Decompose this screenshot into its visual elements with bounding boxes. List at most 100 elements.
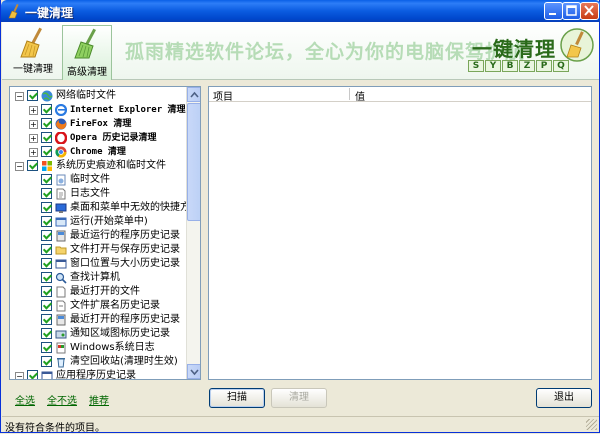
logo-letters: S Y B Z P Q xyxy=(468,60,569,72)
select-all-link[interactable]: 全选 xyxy=(15,392,35,407)
system-log-icon xyxy=(56,342,66,354)
collapse-icon[interactable]: − xyxy=(15,162,24,171)
tab-label: 高级清理 xyxy=(67,67,107,78)
tree-item-label: 窗口位置与大小历史记录 xyxy=(70,258,180,269)
checkbox[interactable] xyxy=(27,90,38,101)
expand-icon[interactable]: + xyxy=(29,120,38,129)
select-none-link[interactable]: 全不选 xyxy=(47,392,77,407)
globe-icon xyxy=(41,90,53,102)
windows-icon xyxy=(42,161,52,171)
tree-item-label: 桌面和菜单中无效的快捷方式 xyxy=(70,202,200,213)
program-history-icon xyxy=(56,314,66,326)
title-bar[interactable]: 一键清理 xyxy=(1,0,600,22)
logo-letter: P xyxy=(536,60,552,72)
checkbox[interactable] xyxy=(27,160,38,171)
tree-scrollbar[interactable] xyxy=(186,87,200,379)
tab-label: 一键清理 xyxy=(13,64,53,75)
tree-item-label: 最近打开的文件 xyxy=(70,286,140,297)
tree-item-label: Opera 历史记录清理 xyxy=(70,133,157,143)
main-window: 一键清理 一键清理 高级清理 孤雨精选软件论坛，全心为你的电脑保驾护航 一键清理… xyxy=(0,0,600,434)
checkbox[interactable] xyxy=(41,244,52,255)
status-bar: 没有符合条件的项目。 xyxy=(2,416,599,434)
column-divider[interactable] xyxy=(349,88,350,100)
chevron-down-icon xyxy=(190,369,199,376)
run-icon xyxy=(55,217,67,227)
tree-item-label: FireFox 清理 xyxy=(70,119,132,129)
checkbox[interactable] xyxy=(41,216,52,227)
recent-file-icon xyxy=(56,286,66,298)
program-history-icon xyxy=(56,230,66,242)
column-header-item[interactable]: 项目 xyxy=(213,88,233,103)
internet-explorer-icon xyxy=(55,104,67,116)
tab-advanced-clean[interactable]: 高级清理 xyxy=(62,25,112,80)
clean-button[interactable]: 清理 xyxy=(271,388,327,408)
tree-item-label: 通知区域图标历史记录 xyxy=(70,328,170,339)
tab-one-click-clean[interactable]: 一键清理 xyxy=(8,25,58,77)
checkbox[interactable] xyxy=(41,286,52,297)
search-computer-icon xyxy=(55,272,67,284)
broom-logo-icon xyxy=(560,28,594,62)
expand-icon[interactable]: + xyxy=(29,148,38,157)
checkbox[interactable] xyxy=(41,118,52,129)
minimize-icon xyxy=(549,13,556,15)
close-button[interactable] xyxy=(580,2,599,20)
checkbox[interactable] xyxy=(41,132,52,143)
exit-button[interactable]: 退出 xyxy=(536,388,592,408)
tray-icon xyxy=(55,330,67,339)
tree-item-label: Internet Explorer 清理 xyxy=(70,105,186,115)
tree-item-label: Windows系统日志 xyxy=(70,342,155,353)
firefox-icon xyxy=(55,118,67,130)
tree-item-label: 运行(开始菜单中) xyxy=(70,216,148,227)
resize-grip[interactable] xyxy=(586,419,597,430)
minimize-button[interactable] xyxy=(544,2,563,20)
checkbox[interactable] xyxy=(41,314,52,325)
tree-item-label: 最近运行的程序历史记录 xyxy=(70,230,180,241)
recommend-link[interactable]: 推荐 xyxy=(89,392,109,407)
collapse-icon[interactable]: − xyxy=(15,372,24,379)
checkbox[interactable] xyxy=(41,104,52,115)
window-icon xyxy=(55,259,67,269)
checkbox[interactable] xyxy=(41,272,52,283)
tree-item-label: 网络临时文件 xyxy=(56,90,116,101)
checkbox[interactable] xyxy=(41,356,52,367)
tree-content: − 网络临时文件 + Internet Explorer 清理 + FireFo… xyxy=(10,87,200,379)
expand-icon[interactable]: + xyxy=(29,106,38,115)
broom-icon xyxy=(8,3,19,19)
clean-options-tree[interactable]: − 网络临时文件 + Internet Explorer 清理 + FireFo… xyxy=(9,86,201,380)
close-icon xyxy=(584,5,594,16)
logo-letter: Z xyxy=(519,60,535,72)
checkbox[interactable] xyxy=(27,370,38,379)
checkbox[interactable] xyxy=(41,174,52,185)
checkbox[interactable] xyxy=(41,230,52,241)
collapse-icon[interactable]: − xyxy=(15,92,24,101)
tree-item-label: 日志文件 xyxy=(70,188,110,199)
checkbox[interactable] xyxy=(41,342,52,353)
checkbox[interactable] xyxy=(41,258,52,269)
application-icon xyxy=(41,371,53,379)
selection-links: 全选 全不选 推荐 xyxy=(15,392,109,407)
checkbox[interactable] xyxy=(41,300,52,311)
maximize-icon xyxy=(566,5,577,16)
checkbox[interactable] xyxy=(41,188,52,199)
temp-files-icon xyxy=(56,174,66,186)
logo-title: 一键清理 xyxy=(472,37,556,61)
expand-icon[interactable]: + xyxy=(29,134,38,143)
results-list[interactable]: 项目 值 xyxy=(208,86,592,380)
header-banner: 一键清理 高级清理 孤雨精选软件论坛，全心为你的电脑保驾护航 一键清理 S Y … xyxy=(2,22,599,80)
folder-icon xyxy=(55,246,67,255)
checkbox[interactable] xyxy=(41,202,52,213)
checkbox[interactable] xyxy=(41,146,52,157)
checkbox[interactable] xyxy=(41,328,52,339)
scroll-thumb[interactable] xyxy=(187,103,200,221)
maximize-button[interactable] xyxy=(562,2,581,20)
chevron-up-icon xyxy=(190,91,199,98)
tree-item-label: 清空回收站(清理时生效) xyxy=(70,356,178,367)
logo-letter: S xyxy=(468,60,484,72)
desktop-icon xyxy=(55,203,67,213)
tree-item-label: 文件打开与保存历史记录 xyxy=(70,244,180,255)
scroll-up-button[interactable] xyxy=(187,87,200,102)
broom-icon xyxy=(20,27,42,58)
scroll-down-button[interactable] xyxy=(187,364,200,379)
column-header-value[interactable]: 值 xyxy=(355,88,365,103)
scan-button[interactable]: 扫描 xyxy=(209,388,265,408)
